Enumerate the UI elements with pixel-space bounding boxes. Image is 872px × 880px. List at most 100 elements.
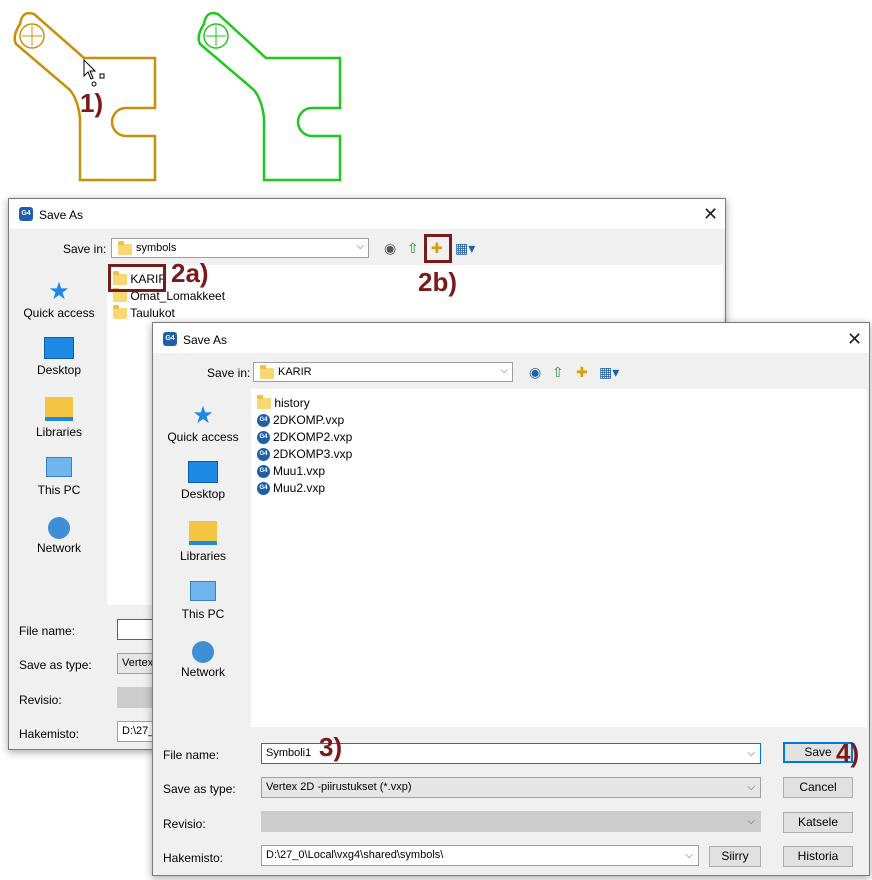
file-name-input[interactable] — [117, 619, 157, 640]
place-label: Network — [36, 541, 81, 555]
place-desktop[interactable]: Desktop — [9, 337, 109, 377]
close-icon[interactable]: ✕ — [703, 205, 718, 223]
file-name-value: Symboli1 — [266, 747, 312, 759]
place-network[interactable]: Network — [153, 641, 253, 679]
globe-icon — [192, 641, 214, 663]
place-label: Libraries — [35, 425, 83, 439]
folder-icon — [118, 241, 132, 255]
file-list[interactable]: history G4 2DKOMP.vxp G4 2DKOMP2.vxp G4 2DK… — [251, 389, 867, 727]
save-as-type-value: Vertex 2D -piirustukset (*.vxp) — [266, 781, 412, 793]
new-folder-icon[interactable]: ✚ — [576, 364, 588, 380]
list-item[interactable]: history — [257, 395, 310, 411]
highlight-karir — [108, 264, 166, 292]
revisio-label: Revisio: — [19, 693, 62, 707]
katsele-button[interactable]: Katsele — [783, 812, 853, 833]
cancel-button[interactable]: Cancel — [783, 777, 853, 798]
save-as-type-select[interactable]: Vertex 2D -piirustukset (*.vxp) ⌵ — [261, 777, 761, 798]
star-icon: ★ — [48, 278, 70, 305]
vxp-file-icon: G4 — [257, 448, 270, 462]
hakemisto-input[interactable]: D:\27_0\Local\vxg4\shared\symbols\ ⌵ — [261, 845, 699, 866]
place-quick-access[interactable]: ★ Quick access — [9, 277, 109, 320]
save-in-combo[interactable]: symbols ⌵ — [111, 238, 369, 258]
chevron-down-icon: ⌵ — [356, 241, 364, 252]
save-as-type-select[interactable]: Vertex — [117, 653, 157, 674]
part-shape-green — [197, 11, 342, 182]
back-icon[interactable]: ◉ — [384, 240, 396, 256]
vxp-file-icon: G4 — [257, 465, 270, 479]
historia-button[interactable]: Historia — [783, 846, 853, 867]
callout-4: 4) — [836, 738, 860, 768]
list-item[interactable]: G4 Muu1.vxp — [257, 463, 325, 479]
dialog-body: Save in: KARIR ⌵ ◉ ⇧ ✚ ▦▾ ★ Quick access… — [153, 353, 869, 875]
save-in-label: Save in: — [207, 366, 251, 380]
part-drawings — [13, 11, 342, 182]
place-libraries[interactable]: Libraries — [9, 397, 109, 439]
computer-icon — [46, 457, 72, 477]
list-item[interactable]: Taulukot — [113, 305, 175, 321]
folder-icon — [113, 288, 127, 303]
place-desktop[interactable]: Desktop — [153, 461, 253, 501]
save-as-dialog-front: G4 Save As ✕ Save in: KARIR ⌵ ◉ ⇧ ✚ ▦▾ ★… — [152, 322, 870, 876]
place-label: Desktop — [180, 487, 226, 501]
place-network[interactable]: Network — [9, 517, 109, 555]
place-quick-access[interactable]: ★ Quick access — [153, 401, 253, 444]
up-folder-icon[interactable]: ⇧ — [552, 364, 564, 380]
place-label: Quick access — [23, 306, 95, 320]
g4-app-icon: G4 — [19, 207, 33, 221]
place-this-pc[interactable]: This PC — [9, 457, 109, 497]
close-icon[interactable]: ✕ — [847, 330, 862, 348]
item-label: Taulukot — [130, 306, 175, 320]
g4-app-icon: G4 — [163, 332, 177, 346]
up-folder-icon[interactable]: ⇧ — [407, 240, 419, 256]
siirry-button[interactable]: Siirry — [709, 846, 761, 867]
place-this-pc[interactable]: This PC — [153, 581, 253, 621]
hakemisto-label: Hakemisto: — [19, 727, 80, 741]
chevron-down-icon: ⌵ — [747, 748, 755, 759]
item-label: history — [274, 396, 310, 410]
folder-icon — [113, 305, 127, 320]
place-label: Network — [180, 665, 225, 679]
list-item[interactable]: G4 2DKOMP3.vxp — [257, 446, 352, 462]
vxp-file-icon: G4 — [257, 414, 270, 428]
chevron-down-icon: ⌵ — [685, 850, 693, 861]
item-label: 2DKOMP3.vxp — [273, 447, 353, 461]
places-bar: ★ Quick access Desktop Libraries This PC… — [153, 389, 251, 727]
place-label: This PC — [181, 607, 225, 621]
list-item[interactable]: G4 Muu2.vxp — [257, 480, 325, 496]
view-menu-icon[interactable]: ▦▾ — [599, 364, 619, 380]
highlight-new-folder — [424, 234, 452, 263]
hakemisto-value: D:\27_0\Local\vxg4\shared\symbols\ — [266, 849, 444, 861]
desktop-icon — [44, 337, 74, 359]
place-label: Libraries — [179, 549, 227, 563]
vxp-file-icon: G4 — [257, 431, 270, 445]
file-name-label: File name: — [19, 624, 76, 638]
save-in-value: symbols — [136, 242, 177, 254]
place-libraries[interactable]: Libraries — [153, 521, 253, 563]
revisio-select — [117, 687, 157, 708]
item-label: 2DKOMP2.vxp — [273, 430, 353, 444]
place-label: Quick access — [167, 430, 239, 444]
file-name-label: File name: — [163, 748, 220, 762]
back-icon[interactable]: ◉ — [529, 364, 541, 380]
callout-3: 3) — [319, 732, 343, 762]
save-in-combo[interactable]: KARIR ⌵ — [253, 362, 513, 382]
libraries-icon — [189, 521, 217, 545]
place-label: This PC — [37, 483, 81, 497]
revisio-select: ⌵ — [261, 811, 761, 832]
save-in-label: Save in: — [63, 242, 107, 256]
view-menu-icon[interactable]: ▦▾ — [455, 240, 475, 256]
list-item[interactable]: G4 2DKOMP.vxp — [257, 412, 344, 428]
item-label: Muu1.vxp — [273, 464, 326, 478]
dialog-title: Save As — [39, 208, 84, 222]
globe-icon — [48, 517, 70, 539]
places-bar: ★ Quick access Desktop Libraries This PC… — [9, 265, 107, 605]
folder-icon — [260, 365, 274, 379]
item-label: Muu2.vxp — [273, 481, 326, 495]
item-label: 2DKOMP.vxp — [273, 413, 345, 427]
callout-2b: 2b) — [418, 267, 457, 297]
hakemisto-label: Hakemisto: — [163, 851, 224, 865]
callout-1: 1) — [80, 88, 104, 118]
list-item[interactable]: G4 2DKOMP2.vxp — [257, 429, 352, 445]
folder-icon — [257, 395, 271, 410]
hakemisto-input[interactable]: D:\27_ — [117, 721, 157, 742]
